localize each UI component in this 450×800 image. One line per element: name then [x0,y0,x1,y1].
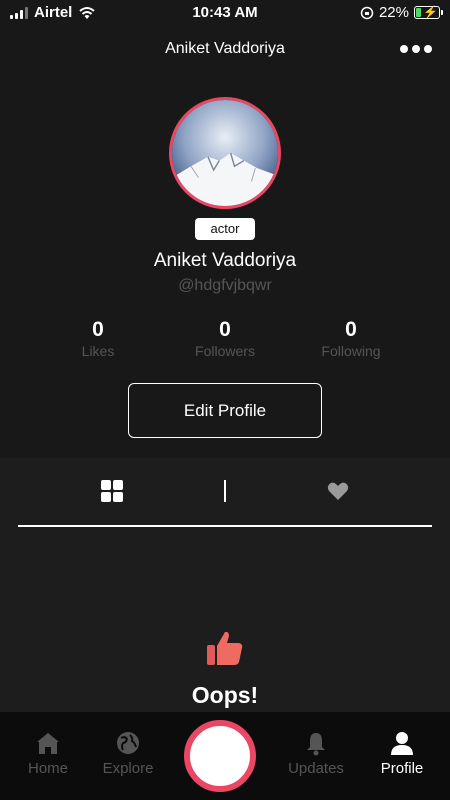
avatar[interactable] [169,97,281,209]
rotation-lock-icon [360,6,374,19]
empty-state-title: Oops! [191,682,259,708]
edit-profile-button[interactable]: Edit Profile [128,383,322,438]
nav-label: Explore [102,760,154,777]
nav-label: Profile [380,760,424,777]
nav-home[interactable]: Home [8,730,88,777]
bottom-nav: Home Explore Updates Profile [0,712,450,800]
stat-likes[interactable]: 0 Likes [38,318,158,359]
nav-explore[interactable]: Explore [88,730,168,777]
status-bar: Airtel 10:43 AM 22% ⚡ [0,0,450,26]
stat-label: Following [321,343,381,359]
tab-underline [18,525,432,527]
bell-icon [307,733,325,756]
globe-icon [117,732,139,754]
home-icon [37,733,59,754]
role-badge: actor [195,218,255,240]
grid-icon[interactable] [101,480,123,502]
stat-label: Likes [81,343,115,359]
stat-value: 0 [92,318,104,341]
thumbs-up-icon [207,631,243,665]
stat-value: 0 [219,318,231,341]
heart-icon[interactable] [326,479,350,503]
profile-handle: @hdgfvjbqwr [178,277,272,294]
stat-followers[interactable]: 0 Followers [165,318,285,359]
nav-profile[interactable]: Profile [362,730,442,777]
nav-label: Updates [288,760,344,777]
avatar-image [172,100,278,206]
stat-value: 0 [345,318,357,341]
more-options-icon[interactable] [400,45,432,53]
tab-divider [224,480,226,502]
stat-label: Followers [195,343,255,359]
record-button[interactable] [184,720,256,792]
battery-icon: ⚡ [414,5,443,19]
profile-name: Aniket Vaddoriya [153,250,297,271]
nav-label: Home [27,760,68,777]
nav-updates[interactable]: Updates [276,730,356,777]
status-right: 22% ⚡ [360,4,443,21]
header-title: Aniket Vaddoriya [165,40,285,57]
battery-percent: 22% [378,4,409,21]
user-icon [391,732,413,755]
content-area: Oops! [0,458,450,712]
stat-following[interactable]: 0 Following [291,318,411,359]
